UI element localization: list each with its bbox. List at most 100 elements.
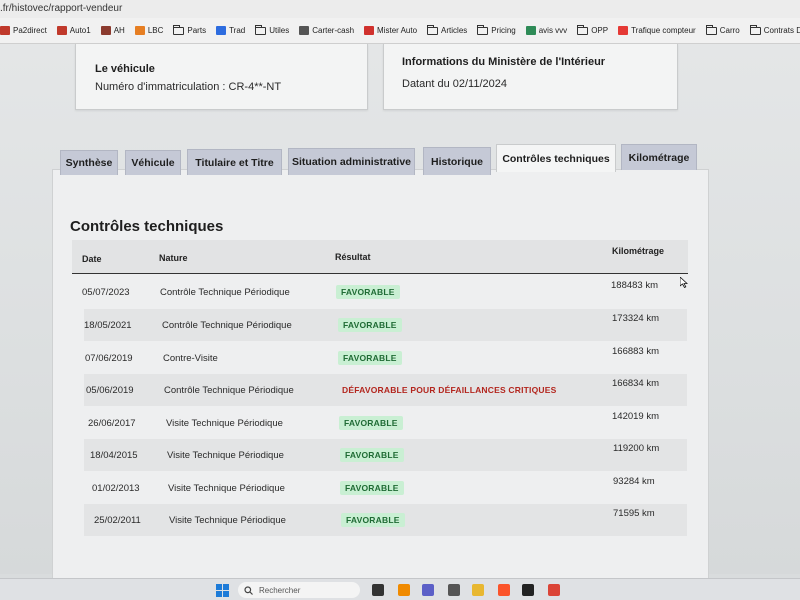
row-date: 01/02/2013 — [92, 472, 140, 504]
bookmark-label: Trad — [229, 26, 246, 35]
bookmark-item[interactable]: LBC — [134, 26, 163, 35]
status-badge: FAVORABLE — [336, 276, 400, 308]
bookmark-item[interactable]: avis vvv — [525, 26, 568, 35]
bookmark-item[interactable]: Carter-cash — [299, 26, 354, 35]
ministry-card: Informations du Ministère de l'Intérieur… — [383, 44, 678, 110]
tab-label: Historique — [431, 155, 483, 168]
folder-icon — [749, 24, 761, 35]
bookmark-label: Pa2direct — [13, 26, 47, 35]
tab-kilometrage[interactable]: Kilométrage — [621, 144, 697, 170]
tab-controles-techniques[interactable]: Contrôles techniques — [496, 144, 616, 172]
taskbar: Rechercher — [0, 578, 800, 600]
status-badge-text: DÉFAVORABLE POUR DÉFAILLANCES CRITIQUES — [342, 385, 557, 395]
address-bar[interactable]: .fr/histovec/rapport-vendeur — [0, 0, 800, 18]
bookmark-label: Parts — [187, 26, 207, 35]
tab-synthese[interactable]: Synthèse — [60, 150, 118, 175]
tab-vehicule[interactable]: Véhicule — [125, 150, 181, 175]
bookmark-item[interactable]: OPP — [577, 24, 609, 35]
teams-icon[interactable] — [422, 584, 434, 596]
status-badge-text: FAVORABLE — [341, 513, 405, 527]
row-nature: Visite Technique Périodique — [167, 439, 284, 471]
table-row: 25/02/2011 Visite Technique Périodique FAV… — [84, 504, 687, 536]
vlc-icon[interactable] — [398, 584, 410, 596]
search-placeholder: Rechercher — [259, 585, 301, 595]
bookmark-item[interactable]: Articles — [427, 24, 468, 35]
row-date: 05/07/2023 — [82, 276, 130, 308]
table-row: 18/04/2015 Visite Technique Périodique FAV… — [84, 439, 687, 471]
bookmark-label: Mister Auto — [377, 26, 418, 35]
tab-situation[interactable]: Situation administrative — [288, 148, 415, 175]
row-nature-text: Contrôle Technique Périodique — [164, 384, 294, 396]
bookmark-item[interactable]: Trad — [216, 26, 245, 35]
bookmark-favicon-icon — [216, 26, 227, 35]
row-date: 25/02/2011 — [94, 504, 141, 536]
row-mileage: 142019 km — [612, 407, 659, 439]
status-badge: FAVORABLE — [341, 504, 405, 536]
search-icon — [244, 585, 253, 595]
table-row: 05/07/2023 Contrôle Technique Périodique F… — [82, 276, 687, 308]
row-mileage-text: 71595 km — [613, 508, 655, 519]
row-mileage-text: 119200 km — [613, 443, 660, 454]
bookmark-item[interactable]: Carro — [705, 24, 740, 35]
bookmark-item[interactable]: Trafique compteur — [618, 26, 696, 35]
row-date: 18/04/2015 — [90, 439, 138, 471]
folder-icon — [577, 24, 589, 35]
chrome-icon[interactable] — [548, 584, 560, 596]
status-badge-text: FAVORABLE — [338, 351, 402, 365]
folder-icon[interactable] — [472, 584, 484, 596]
url-text: .fr/histovec/rapport-vendeur — [0, 3, 123, 14]
bookmark-favicon-icon — [0, 26, 10, 35]
row-date-text: 01/02/2013 — [92, 482, 140, 494]
vehicle-card-title: Le véhicule — [95, 63, 155, 75]
row-mileage: 173324 km — [612, 309, 659, 341]
bookmark-label: OPP — [591, 26, 609, 35]
bookmark-favicon-icon — [100, 26, 111, 35]
bookmark-label: Articles — [441, 26, 468, 35]
bookmark-item[interactable]: Contrats Distance — [749, 24, 800, 35]
row-date: 18/05/2021 — [84, 309, 132, 341]
row-mileage-text: 93284 km — [613, 476, 655, 487]
status-badge: FAVORABLE — [339, 407, 403, 439]
bookmark-item[interactable]: Pa2direct — [0, 26, 47, 35]
table-header: Date Nature Résultat Kilométrage — [72, 240, 688, 274]
ministry-card-title: Informations du Ministère de l'Intérieur — [402, 56, 606, 68]
row-nature: Contrôle Technique Périodique — [160, 276, 290, 308]
calculator-icon[interactable] — [448, 584, 460, 596]
bookmark-label: Contrats Distance — [763, 26, 800, 35]
row-date-text: 26/06/2017 — [88, 417, 136, 429]
row-date: 07/06/2019 — [85, 342, 133, 374]
bookmark-label: avis vvv — [538, 26, 568, 35]
status-badge: FAVORABLE — [338, 342, 402, 374]
table-row: 18/05/2021 Contrôle Technique Périodique F… — [84, 309, 687, 341]
bookmark-label: Trafique compteur — [631, 26, 696, 35]
taskbar-search[interactable]: Rechercher — [238, 582, 360, 598]
tab-titulaire[interactable]: Titulaire et Titre — [187, 149, 282, 175]
status-badge: FAVORABLE — [338, 309, 402, 341]
row-nature-text: Visite Technique Périodique — [169, 514, 286, 526]
windows-start-icon[interactable] — [216, 584, 229, 597]
row-nature: Visite Technique Périodique — [168, 472, 285, 504]
status-badge-text: FAVORABLE — [340, 481, 404, 495]
bookmark-item[interactable]: Auto1 — [56, 26, 91, 35]
row-nature-text: Contre-Visite — [163, 352, 218, 364]
bookmark-favicon-icon — [299, 26, 310, 35]
page-content: Le véhicule Numéro d'immatriculation : C… — [0, 44, 800, 589]
file-explorer-icon[interactable] — [372, 584, 384, 596]
bookmark-favicon-icon — [364, 26, 375, 35]
bookmark-item[interactable]: Utiles — [255, 24, 289, 35]
row-nature: Visite Technique Périodique — [169, 504, 286, 536]
bookmark-item[interactable]: Pricing — [477, 24, 516, 35]
row-nature-text: Visite Technique Périodique — [167, 449, 284, 461]
row-nature-text: Contrôle Technique Périodique — [160, 286, 290, 298]
row-nature: Visite Technique Périodique — [166, 407, 283, 439]
brave-icon[interactable] — [498, 584, 510, 596]
row-date-text: 05/07/2023 — [82, 286, 130, 298]
bookmark-item[interactable]: Mister Auto — [364, 26, 417, 35]
bookmark-item[interactable]: Parts — [173, 24, 207, 35]
tab-label: Véhicule — [131, 157, 175, 169]
bookmark-favicon-icon — [56, 26, 67, 35]
sticky-notes-icon[interactable] — [522, 584, 534, 596]
bookmark-item[interactable]: AH — [100, 26, 125, 35]
tab-historique[interactable]: Historique — [423, 147, 491, 175]
folder-icon — [173, 24, 185, 35]
